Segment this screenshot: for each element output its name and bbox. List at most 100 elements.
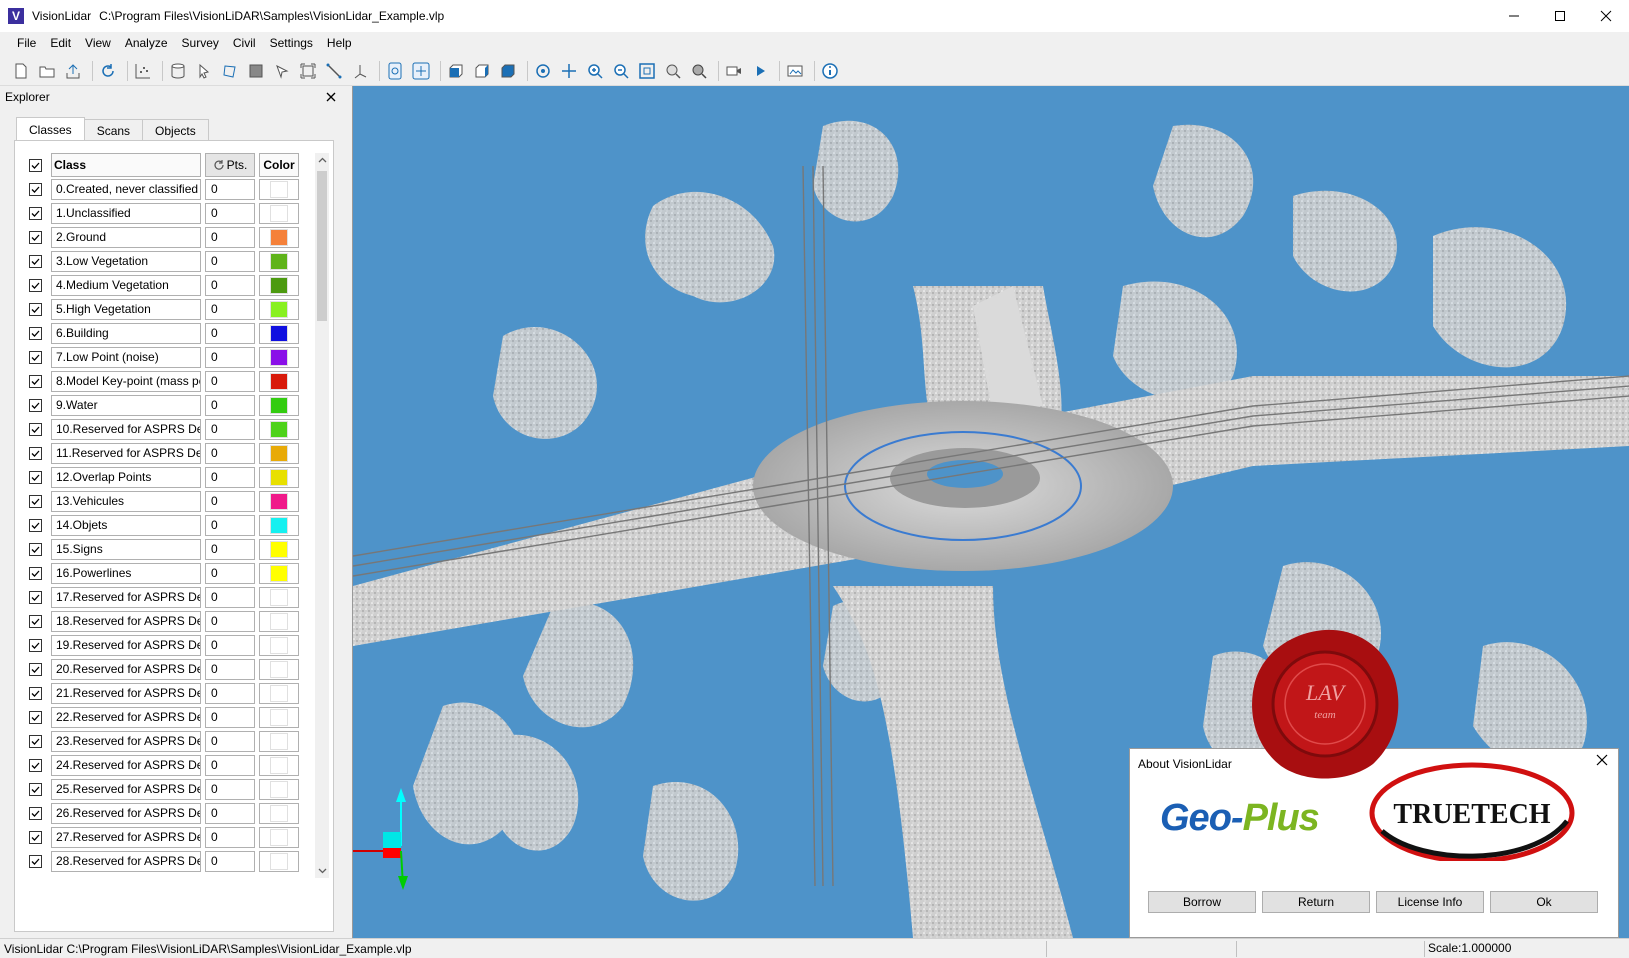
class-visible-checkbox[interactable] [28,686,42,700]
about-close-button[interactable] [1596,753,1608,771]
return-button[interactable]: Return [1262,891,1370,913]
select-button[interactable] [193,60,215,82]
axis-button[interactable] [349,60,371,82]
table-row[interactable]: 21.Reserved for ASPRS Defir 0 [23,681,323,705]
class-visible-checkbox[interactable] [28,542,42,556]
class-visible-checkbox[interactable] [28,398,42,412]
class-color-cell[interactable] [259,346,299,368]
class-visible-checkbox[interactable] [28,710,42,724]
menu-civil[interactable]: Civil [226,36,263,50]
class-label[interactable]: 24.Reserved for ASPRS Defir [51,754,201,776]
class-visible-checkbox[interactable] [28,446,42,460]
color-swatch[interactable] [270,204,288,222]
class-color-cell[interactable] [259,394,299,416]
class-label[interactable]: 20.Reserved for ASPRS Defir [51,658,201,680]
class-visible-checkbox[interactable] [28,806,42,820]
zoom-extent-button[interactable] [636,60,658,82]
color-swatch[interactable] [270,492,288,510]
class-color-cell[interactable] [259,490,299,512]
table-row[interactable]: 23.Reserved for ASPRS Defir 0 [23,729,323,753]
close-window-button[interactable] [1583,0,1629,32]
play-button[interactable] [749,60,771,82]
class-color-cell[interactable] [259,826,299,848]
open-folder-button[interactable] [36,60,58,82]
polygon-button[interactable] [219,60,241,82]
class-visible-checkbox[interactable] [28,830,42,844]
screenshot-button[interactable] [784,60,806,82]
class-visible-checkbox[interactable] [28,254,42,268]
table-row[interactable]: 22.Reserved for ASPRS Defir 0 [23,705,323,729]
color-swatch[interactable] [270,708,288,726]
class-color-cell[interactable] [259,178,299,200]
class-color-cell[interactable] [259,370,299,392]
class-label[interactable]: 19.Reserved for ASPRS Defir [51,634,201,656]
refresh-button[interactable] [97,60,119,82]
zoom-window-button[interactable] [662,60,684,82]
table-row[interactable]: 25.Reserved for ASPRS Defir 0 [23,777,323,801]
class-label[interactable]: 12.Overlap Points [51,466,201,488]
class-visible-checkbox[interactable] [28,326,42,340]
class-label[interactable]: 28.Reserved for ASPRS Defir [51,850,201,872]
color-swatch[interactable] [270,252,288,270]
zoom-in-button[interactable] [584,60,606,82]
table-row[interactable]: 7.Low Point (noise) 0 [23,345,323,369]
class-color-cell[interactable] [259,586,299,608]
color-swatch[interactable] [270,468,288,486]
class-label[interactable]: 8.Model Key-point (mass pc [51,370,201,392]
camera-button[interactable] [723,60,745,82]
pan-button[interactable] [410,60,432,82]
table-row[interactable]: 13.Vehicules 0 [23,489,323,513]
class-label[interactable]: 11.Reserved for ASPRS Defir [51,442,201,464]
class-color-cell[interactable] [259,610,299,632]
table-row[interactable]: 6.Building 0 [23,321,323,345]
color-swatch[interactable] [270,780,288,798]
class-label[interactable]: 18.Reserved for ASPRS Defir [51,610,201,632]
table-row[interactable]: 10.Reserved for ASPRS Defir 0 [23,417,323,441]
ok-button[interactable]: Ok [1490,891,1598,913]
color-swatch[interactable] [270,804,288,822]
move-view-button[interactable] [558,60,580,82]
color-swatch[interactable] [270,564,288,582]
point-cloud-button[interactable] [132,60,154,82]
table-row[interactable]: 28.Reserved for ASPRS Defir 0 [23,849,323,873]
class-visible-checkbox[interactable] [28,278,42,292]
class-visible-checkbox[interactable] [28,494,42,508]
class-label[interactable]: 7.Low Point (noise) [51,346,201,368]
table-row[interactable]: 5.High Vegetation 0 [23,297,323,321]
tab-objects[interactable]: Objects [142,119,209,141]
class-color-cell[interactable] [259,274,299,296]
view-front-button[interactable] [445,60,467,82]
class-color-cell[interactable] [259,514,299,536]
table-row[interactable]: 18.Reserved for ASPRS Defir 0 [23,609,323,633]
class-color-cell[interactable] [259,634,299,656]
class-visible-checkbox[interactable] [28,350,42,364]
license-info-button[interactable]: License Info [1376,891,1484,913]
view-top-button[interactable] [497,60,519,82]
class-color-cell[interactable] [259,754,299,776]
class-visible-checkbox[interactable] [28,638,42,652]
menu-settings[interactable]: Settings [263,36,320,50]
class-color-cell[interactable] [259,778,299,800]
class-color-cell[interactable] [259,202,299,224]
color-swatch[interactable] [270,420,288,438]
class-label[interactable]: 15.Signs [51,538,201,560]
menu-view[interactable]: View [78,36,118,50]
table-row[interactable]: 24.Reserved for ASPRS Defir 0 [23,753,323,777]
table-row[interactable]: 12.Overlap Points 0 [23,465,323,489]
class-label[interactable]: 26.Reserved for ASPRS Defir [51,802,201,824]
class-label[interactable]: 27.Reserved for ASPRS Defir [51,826,201,848]
scroll-up-arrow-icon[interactable] [315,153,329,167]
table-row[interactable]: 8.Model Key-point (mass pc 0 [23,369,323,393]
clip-button[interactable] [245,60,267,82]
menu-file[interactable]: File [10,36,43,50]
orbit-button[interactable] [384,60,406,82]
class-visible-checkbox[interactable] [28,230,42,244]
class-visible-checkbox[interactable] [28,662,42,676]
class-color-cell[interactable] [259,730,299,752]
scroll-down-arrow-icon[interactable] [315,864,329,878]
class-color-cell[interactable] [259,850,299,872]
class-color-cell[interactable] [259,658,299,680]
color-swatch[interactable] [270,756,288,774]
color-swatch[interactable] [270,444,288,462]
class-color-cell[interactable] [259,322,299,344]
